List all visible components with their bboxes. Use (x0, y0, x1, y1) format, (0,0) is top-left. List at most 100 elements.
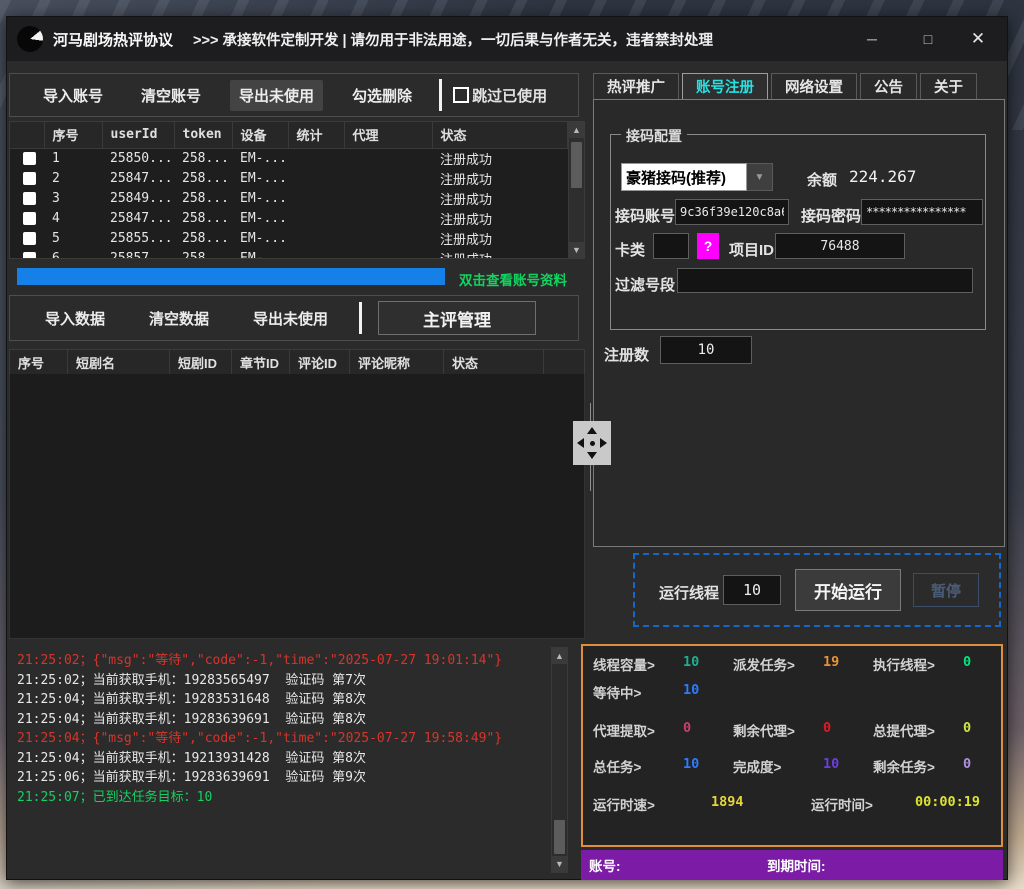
help-button[interactable]: ? (697, 233, 719, 259)
cell-index: 6 (44, 248, 102, 259)
tab-about[interactable]: 关于 (920, 73, 977, 100)
stat-item: 总提代理>0 (873, 720, 1013, 738)
clear-data-button[interactable]: 清空数据 (140, 303, 218, 334)
cell-device: EM-... (232, 148, 288, 168)
footer-expire-label: 到期时间: (767, 855, 826, 875)
sms-config-group: 接码配置 豪猪接码(推荐) ▼ 余额 224.267 接码账号 接码密码 卡类 … (610, 134, 986, 330)
maximize-button[interactable]: □ (913, 28, 943, 50)
export-unused-data-button[interactable]: 导出未使用 (244, 303, 337, 334)
scroll-up-icon[interactable]: ▲ (552, 648, 567, 664)
minimize-button[interactable]: ─ (857, 28, 887, 50)
export-unused-accounts-button[interactable]: 导出未使用 (230, 80, 323, 111)
register-count-field[interactable] (660, 336, 752, 364)
log-scrollbar[interactable]: ▲ ▼ (551, 647, 568, 873)
cell-proxy (344, 248, 432, 259)
cell-token: 258... (174, 148, 232, 168)
stat-label: 等待中> (593, 686, 641, 701)
sms-provider-select[interactable]: 豪猪接码(推荐) ▼ (621, 163, 773, 191)
log-line: 21:25:04；当前获取手机：19283639691 验证码 第8次 (17, 710, 547, 730)
cell-device: EM-... (232, 228, 288, 248)
filter-segment-field[interactable] (677, 268, 973, 293)
row-checkbox[interactable] (23, 152, 36, 165)
import-data-button[interactable]: 导入数据 (36, 303, 114, 334)
filter-segment-label: 过滤号段 (615, 274, 675, 295)
stat-label: 剩余代理> (733, 724, 795, 739)
row-checkbox[interactable] (23, 252, 36, 260)
col-index: 序号 (10, 350, 68, 374)
account-row[interactable]: 625857...258...EM-...注册成功 (10, 248, 568, 259)
pause-button[interactable]: 暂停 (913, 573, 979, 607)
col-chapter-id: 章节ID (232, 350, 290, 374)
stat-value: 0 (963, 654, 971, 670)
run-stats-panel: 线程容量>10派发任务>19执行线程>0等待中>10代理提取>0剩余代理>0总提… (581, 644, 1003, 847)
stat-row: 代理提取>0剩余代理>0总提代理>0 (593, 720, 1013, 738)
close-button[interactable]: ✕ (963, 28, 993, 50)
row-checkbox[interactable] (23, 212, 36, 225)
footer-account-label: 账号: (589, 855, 621, 875)
cell-userId: 25849... (102, 188, 174, 208)
scroll-down-icon[interactable]: ▼ (569, 242, 584, 258)
log-line: 21:25:04；当前获取手机：19213931428 验证码 第8次 (17, 749, 547, 769)
scroll-thumb[interactable] (554, 820, 565, 854)
tab-announcement[interactable]: 公告 (860, 73, 917, 100)
stat-label: 运行时间> (811, 798, 873, 813)
account-row[interactable]: 525855...258...EM-...注册成功 (10, 228, 568, 248)
project-id-field[interactable] (775, 233, 905, 259)
stat-item: 完成度>10 (733, 756, 873, 774)
card-type-field[interactable] (653, 233, 689, 259)
chevron-down-icon[interactable]: ▼ (747, 163, 773, 191)
row-checkbox[interactable] (23, 232, 36, 245)
accounts-header-row: 序号 userId token 设备 统计 代理 状态 (10, 122, 568, 148)
col-drama-id: 短剧ID (170, 350, 232, 374)
account-register-panel: 接码配置 豪猪接码(推荐) ▼ 余额 224.267 接码账号 接码密码 卡类 … (593, 99, 1005, 547)
accounts-toolbar: 导入账号 清空账号 导出未使用 勾选删除 跳过已使用 (9, 73, 579, 117)
stat-value: 10 (683, 682, 699, 698)
cell-device: EM-... (232, 248, 288, 259)
tab-hot-comment-promo[interactable]: 热评推广 (593, 73, 679, 100)
checkbox-column-header (10, 122, 44, 148)
balance-value: 224.267 (849, 167, 916, 186)
view-account-hint[interactable]: 双击查看账号资料 (459, 269, 567, 289)
main-comment-manage-button[interactable]: 主评管理 (378, 301, 536, 335)
scroll-up-icon[interactable]: ▲ (569, 122, 584, 138)
cell-index: 2 (44, 168, 102, 188)
license-footer-bar: 账号: 到期时间: (581, 850, 1003, 880)
arrow-right-icon (600, 438, 607, 448)
clear-accounts-button[interactable]: 清空账号 (132, 80, 210, 111)
checkbox-icon[interactable] (453, 87, 469, 103)
tab-account-register[interactable]: 账号注册 (682, 73, 768, 100)
account-row[interactable]: 325849...258...EM-...注册成功 (10, 188, 568, 208)
stat-value: 0 (823, 720, 831, 736)
row-checkbox[interactable] (23, 192, 36, 205)
cell-index: 5 (44, 228, 102, 248)
delete-checked-button[interactable]: 勾选删除 (343, 80, 421, 111)
move-handle[interactable] (573, 421, 611, 465)
col-status: 状态 (432, 122, 568, 148)
account-row[interactable]: 225847...258...EM-...注册成功 (10, 168, 568, 188)
sms-account-field[interactable] (675, 199, 789, 225)
stat-item: 运行时速>1894 (593, 794, 811, 812)
scroll-thumb[interactable] (571, 142, 582, 188)
row-checkbox[interactable] (23, 172, 36, 185)
account-row[interactable]: 125850...258...EM-...注册成功 (10, 148, 568, 168)
accounts-scrollbar[interactable]: ▲ ▼ (568, 122, 584, 258)
stat-row: 运行时速>1894运行时间>00:00:19 (593, 794, 951, 812)
comments-table-body (9, 374, 585, 639)
log-line: 21:25:02；{"msg":"等待","code":-1,"time":"2… (17, 651, 547, 671)
cell-userId: 25847... (102, 168, 174, 188)
stat-item: 派发任务>19 (733, 654, 873, 672)
register-count-label: 注册数 (604, 344, 649, 365)
tab-network-settings[interactable]: 网络设置 (771, 73, 857, 100)
scroll-down-icon[interactable]: ▼ (552, 856, 567, 872)
sms-password-field[interactable] (861, 199, 983, 225)
import-accounts-button[interactable]: 导入账号 (34, 80, 112, 111)
cell-token: 258... (174, 208, 232, 228)
account-row[interactable]: 425847...258...EM-...注册成功 (10, 208, 568, 228)
start-run-button[interactable]: 开始运行 (795, 569, 901, 611)
skip-used-checkbox[interactable]: 跳过已使用 (453, 85, 547, 106)
col-token: token (174, 122, 232, 148)
stat-value: 10 (683, 654, 699, 670)
cell-proxy (344, 208, 432, 228)
col-stats: 统计 (288, 122, 344, 148)
run-threads-field[interactable] (723, 575, 781, 605)
